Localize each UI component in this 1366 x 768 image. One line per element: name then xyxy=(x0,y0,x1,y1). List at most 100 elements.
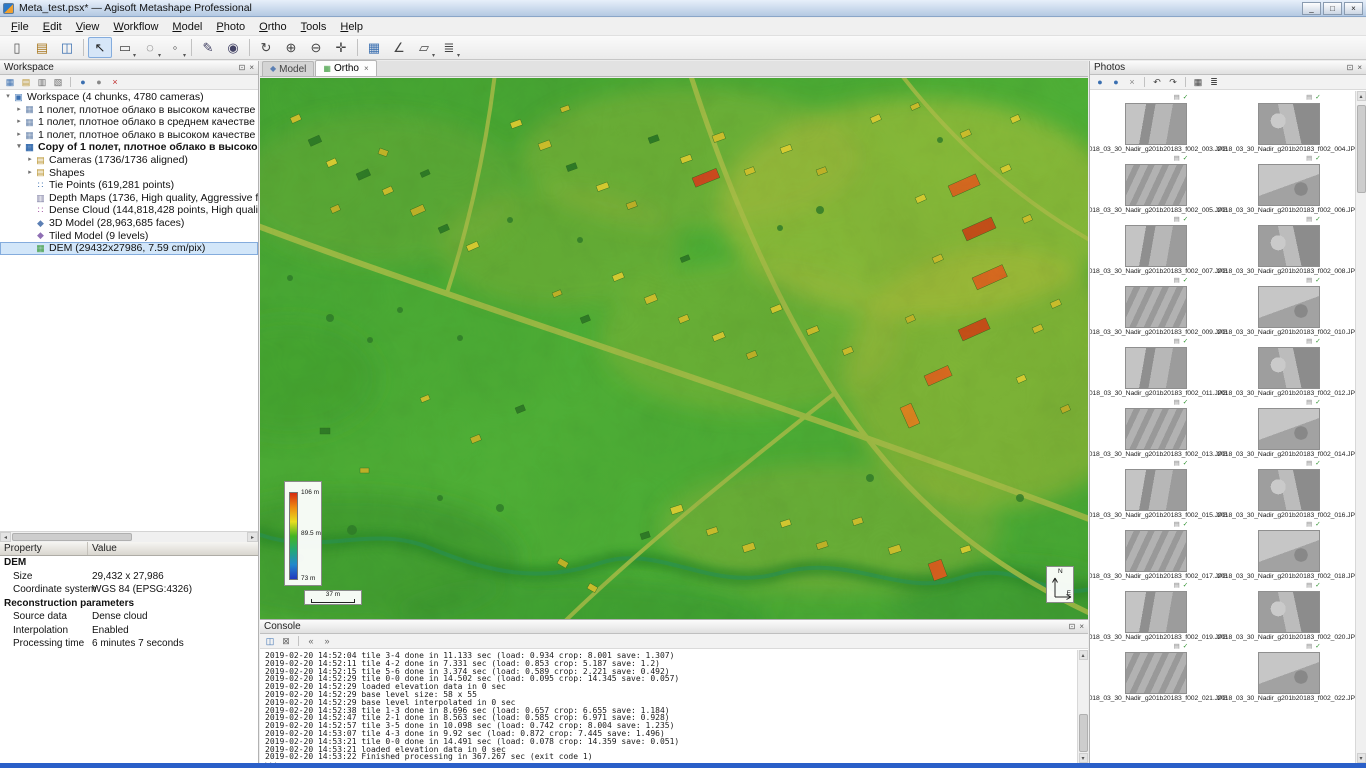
photo-item[interactable]: ▤✓2018_03_30_Nadir_g201b20183_f002_011.J… xyxy=(1090,338,1222,397)
photo-thumbnail[interactable] xyxy=(1125,652,1187,694)
zoom-out-button[interactable]: ⊖ xyxy=(304,37,328,58)
rotate-right-button[interactable]: ↷ xyxy=(1166,76,1180,89)
photo-item[interactable]: ▤✓2018_03_30_Nadir_g201b20183_f002_017.J… xyxy=(1090,521,1222,580)
expand-arrow-icon[interactable]: ▸ xyxy=(25,167,35,180)
view-mode-button[interactable]: ▦ xyxy=(1191,76,1205,89)
float-panel-icon[interactable]: ⊡ xyxy=(1069,622,1076,631)
photo-item[interactable]: ▤✓2018_03_30_Nadir_g201b20183_f002_019.J… xyxy=(1090,582,1222,641)
add-photos-button[interactable]: ▤ xyxy=(19,76,33,89)
photo-thumbnail[interactable] xyxy=(1125,103,1187,145)
scrollbar-thumb[interactable] xyxy=(1357,105,1366,193)
photo-thumbnail[interactable] xyxy=(1258,103,1320,145)
menu-ortho[interactable]: Ortho xyxy=(252,19,294,35)
photo-item[interactable]: ▤✓2018_03_30_Nadir_g201b20183_f002_007.J… xyxy=(1090,216,1222,275)
tree-item[interactable]: ▸▤Cameras (1736/1736 aligned) xyxy=(0,154,258,167)
rect-select-button[interactable]: ▭▾ xyxy=(113,37,137,58)
navigation-button[interactable]: ✛ xyxy=(329,37,353,58)
scroll-down-icon[interactable]: ▾ xyxy=(1357,753,1366,763)
photo-item[interactable]: ▤✓2018_03_30_Nadir_g201b20183_f002_004.J… xyxy=(1223,94,1355,153)
new-button[interactable]: ▯ xyxy=(5,37,29,58)
dropdown-arrow-icon[interactable]: ▾ xyxy=(158,52,161,59)
tab-model[interactable]: ◆Model xyxy=(262,61,314,76)
open-button[interactable]: ▤ xyxy=(30,37,54,58)
close-panel-icon[interactable]: × xyxy=(1357,63,1362,72)
scrollbar-thumb[interactable] xyxy=(1079,714,1088,752)
remove-button[interactable]: × xyxy=(108,76,122,89)
menu-help[interactable]: Help xyxy=(333,19,370,35)
save-button[interactable]: ◫ xyxy=(55,37,79,58)
console-scrollbar[interactable]: ▴ ▾ xyxy=(1077,650,1088,763)
clear-log-button[interactable]: ⊠ xyxy=(279,635,293,648)
photo-item[interactable]: ▤✓2018_03_30_Nadir_g201b20183_f002_013.J… xyxy=(1090,399,1222,458)
open-photo-button[interactable]: ● xyxy=(1093,76,1107,89)
photo-thumbnail[interactable] xyxy=(1125,286,1187,328)
dock-right-button[interactable]: » xyxy=(320,635,334,648)
zoom-in-button[interactable]: ⊕ xyxy=(279,37,303,58)
photo-thumbnail[interactable] xyxy=(1258,408,1320,450)
photo-item[interactable]: ▤✓2018_03_30_Nadir_g201b20183_f002_022.J… xyxy=(1223,643,1355,702)
photo-item[interactable]: ▤✓2018_03_30_Nadir_g201b20183_f002_021.J… xyxy=(1090,643,1222,702)
import-button[interactable]: ▥ xyxy=(35,76,49,89)
scroll-right-icon[interactable]: ▸ xyxy=(247,532,258,542)
menu-view[interactable]: View xyxy=(69,19,107,35)
photo-item[interactable]: ▤✓2018_03_30_Nadir_g201b20183_f002_008.J… xyxy=(1223,216,1355,275)
photo-thumbnail[interactable] xyxy=(1258,652,1320,694)
photo-thumbnail[interactable] xyxy=(1258,591,1320,633)
menu-tools[interactable]: Tools xyxy=(294,19,334,35)
tree-item[interactable]: ∷Tie Points (619,281 points) xyxy=(0,179,258,192)
tree-item[interactable]: ▸▦1 полет, плотное облако в среднем каче… xyxy=(0,116,258,129)
photo-item[interactable]: ▤✓2018_03_30_Nadir_g201b20183_f002_018.J… xyxy=(1223,521,1355,580)
menu-file[interactable]: File xyxy=(4,19,36,35)
rotate-left-button[interactable]: ↶ xyxy=(1150,76,1164,89)
photo-thumbnail[interactable] xyxy=(1125,408,1187,450)
photo-item[interactable]: ▤✓2018_03_30_Nadir_g201b20183_f002_003.J… xyxy=(1090,94,1222,153)
update-button[interactable]: ● xyxy=(92,76,106,89)
expand-arrow-icon[interactable]: ▸ xyxy=(14,129,24,142)
dropdown-arrow-icon[interactable]: ▾ xyxy=(432,52,435,59)
tab-ortho[interactable]: ▦Ortho× xyxy=(315,60,376,76)
export-button[interactable]: ▧ xyxy=(51,76,65,89)
tree-item[interactable]: ▦DEM (29432x27986, 7.59 cm/pix) xyxy=(0,242,258,255)
ruler-button[interactable]: ∠ xyxy=(387,37,411,58)
draw-point-button[interactable]: ◉ xyxy=(221,37,245,58)
float-panel-icon[interactable]: ⊡ xyxy=(239,63,246,72)
photo-thumbnail[interactable] xyxy=(1258,286,1320,328)
photo-thumbnail[interactable] xyxy=(1258,164,1320,206)
expand-arrow-icon[interactable]: ▾ xyxy=(3,91,13,104)
tree-item[interactable]: ◆3D Model (28,963,685 faces) xyxy=(0,217,258,230)
photo-item[interactable]: ▤✓2018_03_30_Nadir_g201b20183_f002_005.J… xyxy=(1090,155,1222,214)
photo-item[interactable]: ▤✓2018_03_30_Nadir_g201b20183_f002_020.J… xyxy=(1223,582,1355,641)
tree-item[interactable]: ▾▦Copy of 1 полет, плотное облако в высо… xyxy=(0,141,258,154)
menu-photo[interactable]: Photo xyxy=(209,19,252,35)
tree-item[interactable]: ▸▦1 полет, плотное облако в высоком каче… xyxy=(0,129,258,142)
shapes-button[interactable]: ▱▾ xyxy=(412,37,436,58)
align-button[interactable]: ● xyxy=(76,76,90,89)
pointer-button[interactable]: ↖ xyxy=(88,37,112,58)
close-panel-icon[interactable]: × xyxy=(249,63,254,72)
rotate-button[interactable]: ↻ xyxy=(254,37,278,58)
photo-thumbnail[interactable] xyxy=(1125,225,1187,267)
tree-item[interactable]: ▸▤Shapes xyxy=(0,167,258,180)
menu-workflow[interactable]: Workflow xyxy=(106,19,165,35)
dropdown-arrow-icon[interactable]: ▾ xyxy=(457,52,460,59)
minimize-button[interactable]: _ xyxy=(1302,2,1321,15)
photos-scrollbar[interactable]: ▴ ▾ xyxy=(1355,91,1366,763)
close-button[interactable]: × xyxy=(1344,2,1363,15)
draw-polyline-button[interactable]: ✎ xyxy=(196,37,220,58)
photo-item[interactable]: ▤✓2018_03_30_Nadir_g201b20183_f002_009.J… xyxy=(1090,277,1222,336)
expand-arrow-icon[interactable]: ▸ xyxy=(14,116,24,129)
photo-thumbnail[interactable] xyxy=(1258,347,1320,389)
scroll-down-icon[interactable]: ▾ xyxy=(1079,753,1088,763)
show-images-button[interactable]: ▦ xyxy=(362,37,386,58)
menu-model[interactable]: Model xyxy=(165,19,209,35)
photo-item[interactable]: ▤✓2018_03_30_Nadir_g201b20183_f002_010.J… xyxy=(1223,277,1355,336)
photo-item[interactable]: ▤✓2018_03_30_Nadir_g201b20183_f002_006.J… xyxy=(1223,155,1355,214)
ellipse-select-button[interactable]: ◌▾ xyxy=(138,37,162,58)
workspace-horizontal-scrollbar[interactable]: ◂ ▸ xyxy=(0,531,258,542)
photo-thumbnail[interactable] xyxy=(1258,530,1320,572)
ortho-view[interactable]: 106 m 89.5 m 73 m 37 m N E xyxy=(260,78,1088,619)
remove-photo-button[interactable]: × xyxy=(1125,76,1139,89)
tree-item[interactable]: ▾▣Workspace (4 chunks, 4780 cameras) xyxy=(0,91,258,104)
photo-thumbnail[interactable] xyxy=(1125,347,1187,389)
photo-thumbnail[interactable] xyxy=(1125,591,1187,633)
